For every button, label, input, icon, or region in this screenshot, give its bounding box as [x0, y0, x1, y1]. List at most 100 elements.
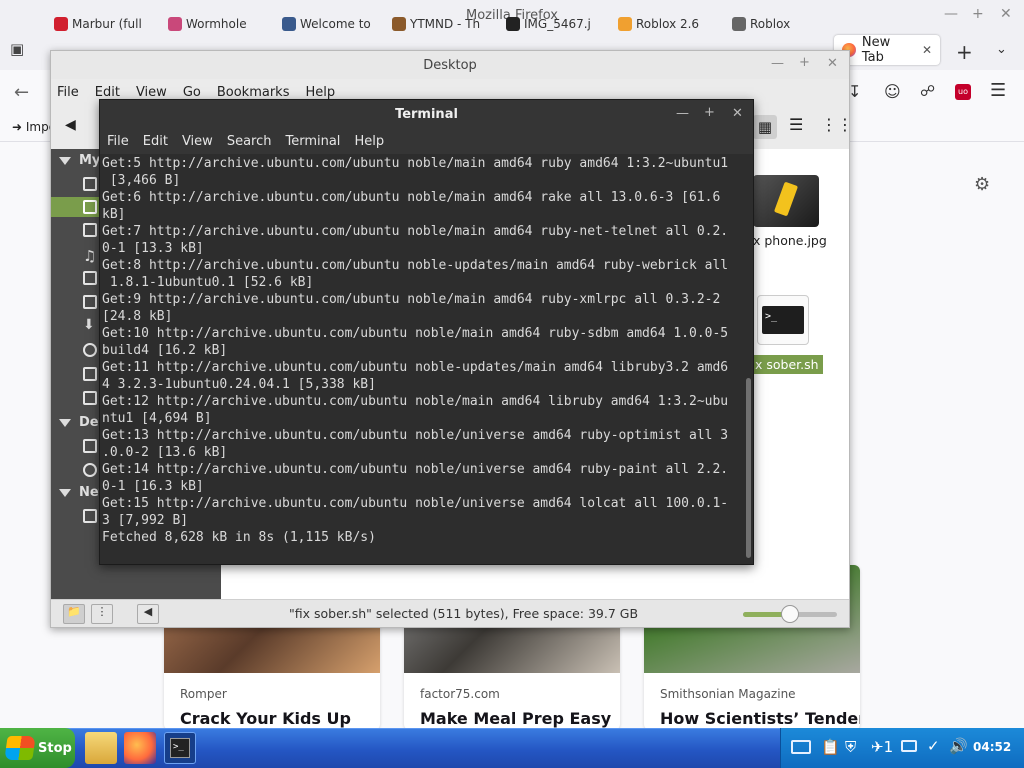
terminal-menu-terminal[interactable]: Terminal — [285, 134, 340, 149]
file-manager-launcher-icon[interactable] — [85, 732, 117, 764]
menu-view[interactable]: View — [136, 85, 167, 100]
zoom-slider-knob[interactable] — [781, 605, 799, 623]
tab-item[interactable]: Wormhole — [168, 10, 272, 38]
menu-file[interactable]: File — [57, 85, 79, 100]
windows-logo-icon — [4, 736, 36, 760]
extensions-icon[interactable]: ☍ — [920, 82, 935, 100]
terminal-titlebar[interactable]: Terminal — + ✕ — [100, 100, 753, 128]
tab-item[interactable]: YTMND - Th — [392, 10, 496, 38]
status-text: "fix sober.sh" selected (511 bytes), Fre… — [289, 606, 639, 621]
expand-triangle-icon[interactable] — [59, 419, 71, 427]
back-arrow-icon[interactable]: ◀ — [65, 117, 76, 133]
menu-edit[interactable]: Edit — [95, 85, 120, 100]
terminal-line: Get:7 http://archive.ubuntu.com/ubuntu n… — [102, 224, 729, 239]
documents-icon[interactable] — [83, 223, 97, 237]
workspace-icon[interactable] — [791, 740, 811, 754]
shield-icon[interactable]: ⛨ — [845, 738, 856, 756]
tab-item[interactable]: Roblox — [732, 10, 836, 38]
menu-go[interactable]: Go — [183, 85, 201, 100]
terminal-menu-edit[interactable]: Edit — [143, 134, 168, 149]
list-all-tabs-chevron-icon[interactable]: ⌄ — [996, 42, 1007, 57]
terminal-menubar: File Edit View Search Terminal Help — [100, 128, 753, 154]
expand-triangle-icon[interactable] — [59, 489, 71, 497]
sidebar-toggle-icon[interactable]: ◀ — [137, 604, 159, 624]
close-icon[interactable]: ✕ — [1000, 6, 1012, 22]
optical-disc-icon[interactable] — [83, 463, 97, 477]
terminal-menu-help[interactable]: Help — [354, 134, 384, 149]
menu-bookmarks[interactable]: Bookmarks — [217, 85, 290, 100]
expand-triangle-icon[interactable] — [59, 157, 71, 165]
new-tab-plus-icon[interactable]: + — [956, 40, 973, 64]
close-tab-icon[interactable]: ✕ — [922, 43, 932, 57]
tab-item[interactable]: IMG_5467.j — [506, 10, 610, 38]
videos-icon[interactable] — [83, 295, 97, 309]
terminal-line: Get:8 http://archive.ubuntu.com/ubuntu n… — [102, 258, 729, 273]
minimize-icon[interactable]: — — [771, 56, 784, 71]
tab-item[interactable]: Welcome to — [282, 10, 386, 38]
ublock-icon[interactable]: uo — [955, 84, 971, 100]
minimize-icon[interactable]: — — [676, 106, 689, 121]
file-thumbnail-phone[interactable] — [753, 175, 819, 227]
story-title: Crack Your Kids Up — [180, 709, 351, 728]
file-system-icon[interactable] — [83, 367, 97, 381]
tab-item[interactable]: Marbur (full — [54, 10, 158, 38]
file-name-phone[interactable]: x phone.jpg — [753, 233, 827, 248]
clipboard-icon[interactable]: 📋 — [821, 738, 840, 756]
maximize-icon[interactable]: + — [704, 105, 715, 120]
terminal-output[interactable]: Get:5 http://archive.ubuntu.com/ubuntu n… — [100, 154, 745, 564]
notifications-icon[interactable]: ✈1 — [871, 738, 893, 756]
firefox-launcher-icon[interactable] — [124, 732, 156, 764]
file-manager-statusbar: 📁 ⋮ ◀ "fix sober.sh" selected (511 bytes… — [51, 599, 849, 627]
downloads-icon[interactable]: ⬇ — [83, 317, 97, 333]
downloads-icon[interactable]: ↧ — [848, 82, 861, 101]
home-icon[interactable] — [83, 177, 97, 191]
maximize-icon[interactable]: + — [799, 55, 810, 70]
settings-gear-icon[interactable]: ⚙ — [974, 174, 990, 195]
minimize-icon[interactable]: — — [944, 6, 958, 22]
compact-view-icon[interactable]: ⋮⋮ — [821, 115, 853, 134]
trash-icon[interactable] — [83, 391, 97, 405]
story-title: How Scientists’ Tender — [660, 709, 860, 728]
tab-label: IMG_5467.j — [524, 17, 591, 31]
recent-icon[interactable] — [83, 343, 97, 357]
tab-favicon-icon — [168, 17, 182, 31]
account-icon[interactable]: ☺ — [884, 82, 901, 101]
back-arrow-icon[interactable]: ← — [14, 82, 29, 103]
terminal-line: build4 [16.2 kB] — [102, 343, 228, 358]
file-name-sober[interactable]: x sober.sh — [751, 355, 823, 374]
network-icon[interactable]: ✓ — [927, 737, 940, 755]
tab-overview-icon[interactable]: ▣ — [10, 40, 24, 58]
terminal-menu-search[interactable]: Search — [227, 134, 272, 149]
terminal-taskbar-button[interactable]: >_ — [164, 732, 196, 764]
terminal-menu-view[interactable]: View — [182, 134, 213, 149]
display-icon[interactable] — [901, 740, 917, 752]
terminal-line: 3 [7,992 B] — [102, 513, 189, 528]
terminal-scrollbar-thumb[interactable] — [746, 378, 751, 558]
tree-toggle-icon[interactable]: ⋮ — [91, 604, 113, 624]
file-manager-titlebar[interactable]: Desktop — + ✕ — [51, 51, 849, 79]
list-view-icon[interactable]: ☰ — [789, 115, 803, 134]
pictures-icon[interactable] — [83, 271, 97, 285]
terminal-line: ntu1 [4,694 B] — [102, 411, 212, 426]
volume-icon[interactable]: 🔊 — [949, 737, 968, 755]
maximize-icon[interactable]: + — [972, 6, 984, 22]
terminal-menu-file[interactable]: File — [107, 134, 129, 149]
terminal-line: Fetched 8,628 kB in 8s (1,115 kB/s) — [102, 530, 376, 545]
script-file-icon[interactable]: >_ — [757, 295, 809, 345]
close-icon[interactable]: ✕ — [827, 56, 838, 71]
menu-help[interactable]: Help — [305, 85, 335, 100]
start-button[interactable]: Stop — [0, 728, 75, 768]
close-icon[interactable]: ✕ — [732, 106, 743, 121]
icon-view-icon[interactable]: ▦ — [753, 115, 777, 139]
terminal-line: Get:12 http://archive.ubuntu.com/ubuntu … — [102, 394, 729, 409]
file-manager-title: Desktop — [423, 57, 477, 73]
desktop-icon — [83, 200, 97, 214]
network-icon[interactable] — [83, 509, 97, 523]
places-toggle-icon[interactable]: 📁 — [63, 604, 85, 624]
music-icon[interactable]: ♫ — [83, 247, 97, 265]
menu-hamburger-icon[interactable]: ☰ — [990, 80, 1006, 101]
terminal-line: 0-1 [13.3 kB] — [102, 241, 204, 256]
tab-item[interactable]: Roblox 2.6 — [618, 10, 722, 38]
clock[interactable]: 04:52 — [973, 740, 1011, 754]
drive-icon[interactable] — [83, 439, 97, 453]
